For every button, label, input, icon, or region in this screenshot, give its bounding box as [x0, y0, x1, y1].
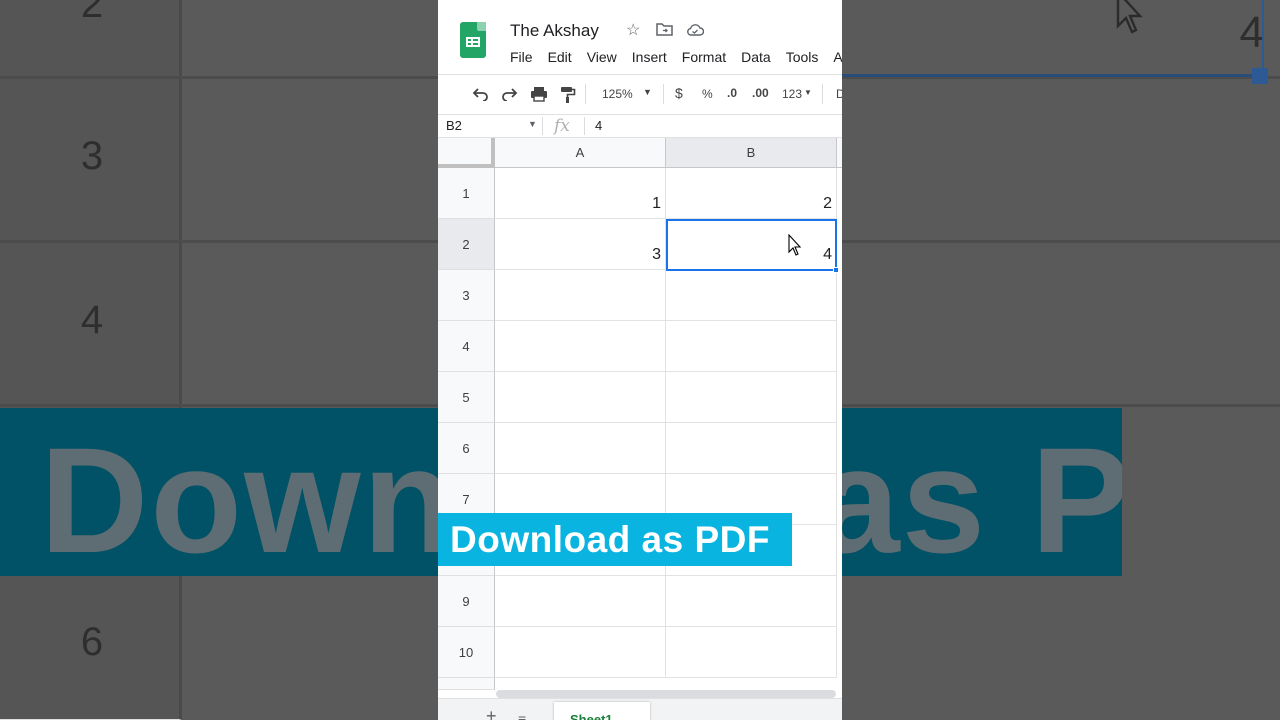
- menu-file[interactable]: File: [510, 49, 533, 65]
- background-selection-handle: [1252, 68, 1268, 84]
- row-header-9[interactable]: 9: [438, 576, 495, 627]
- row-header-5[interactable]: 5: [438, 372, 495, 423]
- add-sheet-button[interactable]: +: [486, 707, 497, 720]
- menu-edit[interactable]: Edit: [548, 49, 572, 65]
- background-row-number: 6: [80, 620, 104, 664]
- background-row-header: [0, 0, 182, 720]
- cell-value: 3: [652, 246, 661, 263]
- font-select-clipped[interactable]: D: [836, 87, 842, 101]
- cell-value: 2: [823, 195, 832, 212]
- cell-b6[interactable]: [666, 423, 837, 474]
- toolbar-divider: [822, 84, 823, 104]
- redo-icon[interactable]: [500, 87, 518, 101]
- name-box[interactable]: B2: [446, 118, 462, 133]
- formula-divider: [584, 117, 585, 135]
- mouse-cursor-icon: [788, 234, 802, 256]
- decrease-decimals-button[interactable]: .0: [727, 86, 737, 100]
- chevron-down-icon[interactable]: ▼: [528, 119, 537, 129]
- sheet-tabs-bar: + ≡ Sheet1: [438, 698, 842, 720]
- cell-a5[interactable]: [495, 372, 666, 423]
- fx-icon: fx: [554, 116, 570, 136]
- cell-a6[interactable]: [495, 423, 666, 474]
- cell-b10[interactable]: [666, 627, 837, 678]
- chevron-down-icon[interactable]: ▼: [804, 88, 812, 97]
- chevron-down-icon[interactable]: ▼: [643, 87, 652, 97]
- background-selection-border: [1262, 0, 1264, 74]
- sheet-tab-sheet1[interactable]: Sheet1: [554, 702, 650, 720]
- cell-value: 1: [652, 195, 661, 212]
- menu-tools[interactable]: Tools: [786, 49, 819, 65]
- toolbar-divider: [585, 84, 586, 104]
- menu-addons[interactable]: A: [833, 49, 842, 65]
- horizontal-scrollbar[interactable]: [496, 690, 842, 698]
- row-header-1[interactable]: 1: [438, 168, 495, 219]
- formula-bar: B2 ▼ fx 4: [438, 114, 842, 138]
- cell-a4[interactable]: [495, 321, 666, 372]
- menu-view[interactable]: View: [587, 49, 617, 65]
- menu-insert[interactable]: Insert: [632, 49, 667, 65]
- cell-a3[interactable]: [495, 270, 666, 321]
- column-header-b[interactable]: B: [666, 138, 837, 168]
- cell-b3[interactable]: [666, 270, 837, 321]
- toolbar-divider: [663, 84, 664, 104]
- formula-input[interactable]: 4: [595, 118, 602, 133]
- cell-a1[interactable]: 1: [495, 168, 666, 219]
- select-all-corner[interactable]: [438, 138, 495, 168]
- all-sheets-button[interactable]: ≡: [518, 711, 526, 720]
- row-header-3[interactable]: 3: [438, 270, 495, 321]
- scrollbar-thumb[interactable]: [496, 690, 836, 698]
- video-frame: 2 3 4 6 4 Download as PDF The Akshay ☆: [0, 0, 1280, 720]
- cell-b9[interactable]: [666, 576, 837, 627]
- print-icon[interactable]: [530, 86, 548, 102]
- sheets-window: The Akshay ☆ File Edit View Insert Forma…: [438, 0, 842, 720]
- more-formats-button[interactable]: 123: [782, 87, 802, 101]
- title-bar: The Akshay ☆ File Edit View Insert Forma…: [438, 0, 842, 74]
- zoom-select[interactable]: 125%: [602, 87, 633, 101]
- row-header-2[interactable]: 2: [438, 219, 495, 270]
- background-cell-value: 4: [1239, 8, 1264, 57]
- background-row-number: 3: [80, 134, 104, 178]
- format-percent-button[interactable]: %: [702, 87, 713, 101]
- spreadsheet-grid: A B 1 2 3 4 5 6 7 8 9 10 1 2 3 4: [438, 138, 842, 690]
- menu-bar: File Edit View Insert Format Data Tools …: [510, 49, 842, 65]
- background-cursor-icon: [1116, 0, 1143, 34]
- star-icon[interactable]: ☆: [626, 20, 640, 40]
- selected-cell-outline: [666, 219, 837, 271]
- background-row-number: 2: [80, 0, 104, 26]
- increase-decimals-button[interactable]: .00: [752, 86, 769, 100]
- cell-a2[interactable]: 3: [495, 219, 666, 270]
- undo-icon[interactable]: [472, 87, 490, 101]
- document-title[interactable]: The Akshay: [510, 21, 599, 41]
- toolbar: 125% ▼ $ % .0 .00 123 ▼ D: [438, 74, 842, 114]
- column-header-c[interactable]: [837, 138, 842, 168]
- row-header-11[interactable]: [438, 678, 495, 690]
- menu-data[interactable]: Data: [741, 49, 771, 65]
- background-selection-border: [842, 74, 1252, 77]
- cell-b1[interactable]: 2: [666, 168, 837, 219]
- cell-a10[interactable]: [495, 627, 666, 678]
- cell-b5[interactable]: [666, 372, 837, 423]
- row-header-4[interactable]: 4: [438, 321, 495, 372]
- cloud-icon[interactable]: [686, 23, 704, 36]
- cell-a9[interactable]: [495, 576, 666, 627]
- move-folder-icon[interactable]: [656, 22, 673, 36]
- fill-handle[interactable]: [833, 267, 839, 273]
- row-header-6[interactable]: 6: [438, 423, 495, 474]
- background-row-number: 4: [80, 298, 104, 342]
- download-pdf-banner: Download as PDF: [438, 513, 792, 566]
- sheets-logo-icon[interactable]: [460, 22, 486, 58]
- menu-format[interactable]: Format: [682, 49, 726, 65]
- paint-format-icon[interactable]: [560, 86, 576, 103]
- sheet-tab-label: Sheet1: [570, 712, 613, 720]
- formula-divider: [542, 117, 543, 135]
- cell-b4[interactable]: [666, 321, 837, 372]
- format-currency-button[interactable]: $: [675, 85, 683, 101]
- row-header-10[interactable]: 10: [438, 627, 495, 678]
- column-header-a[interactable]: A: [495, 138, 666, 168]
- banner-text: Download as PDF: [450, 519, 770, 560]
